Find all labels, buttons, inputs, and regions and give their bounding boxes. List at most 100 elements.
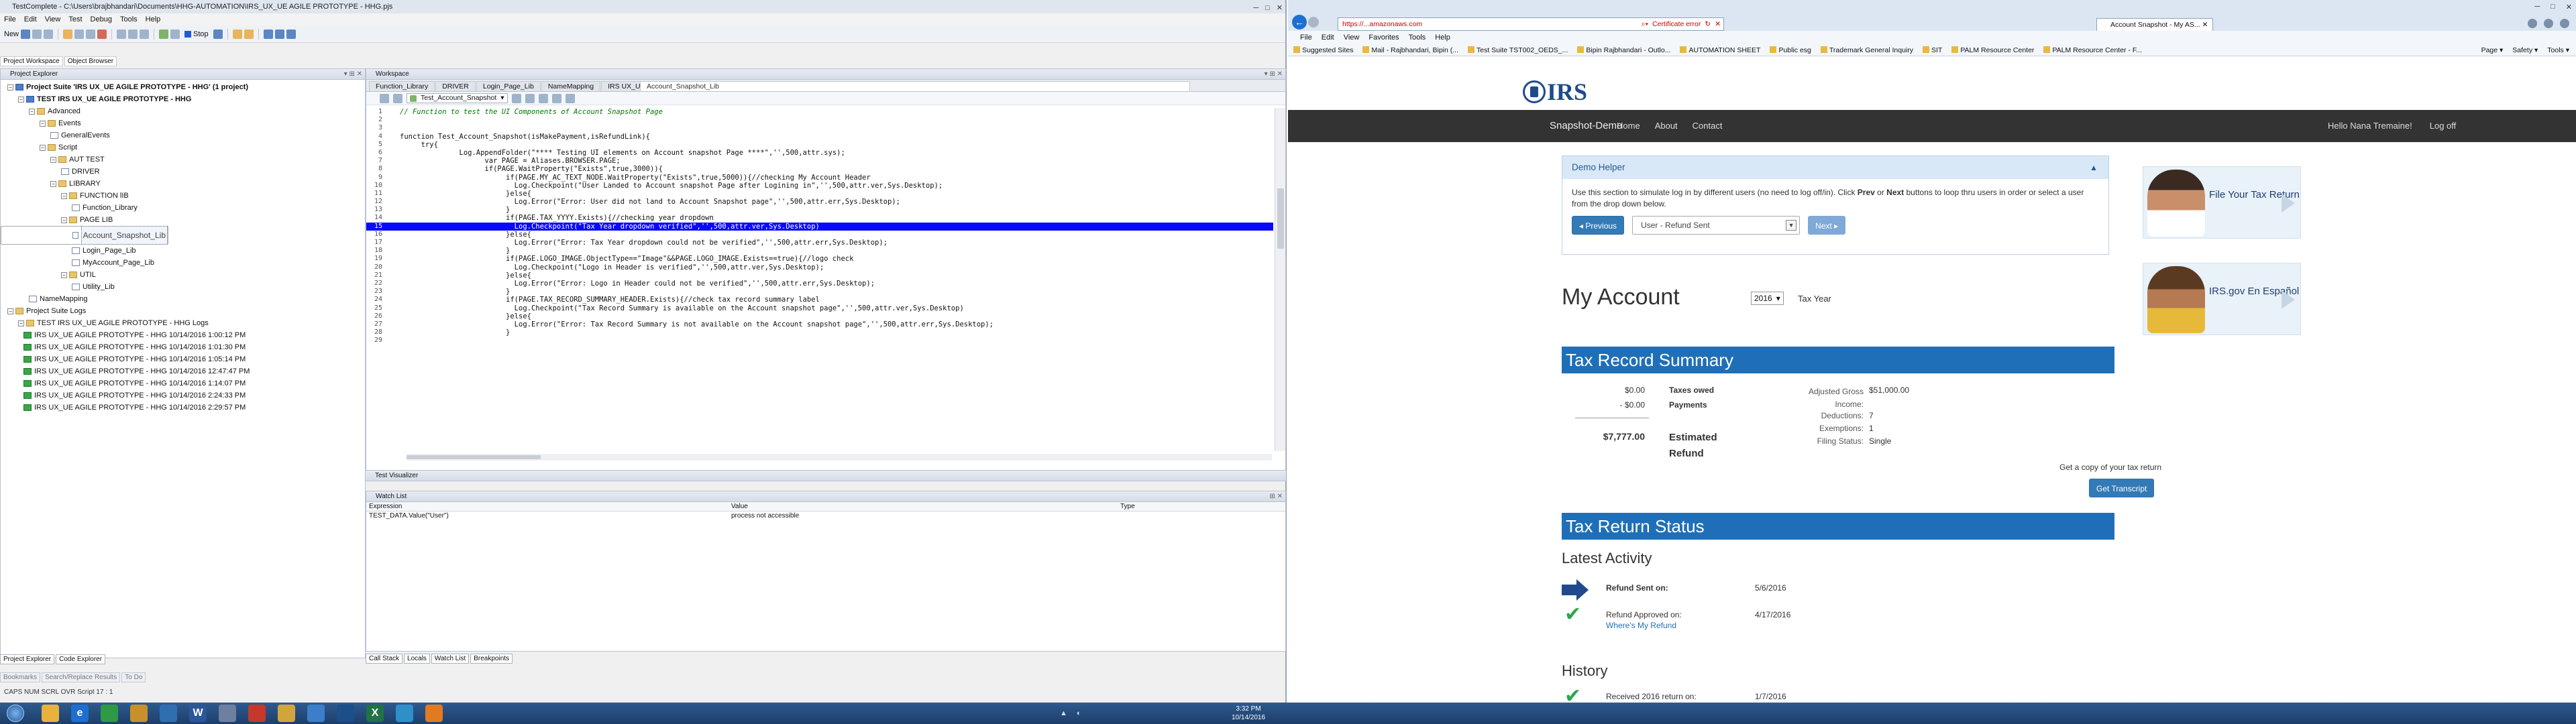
tree-node[interactable]: − TEST IRS UX_UE AGILE PROTOTYPE - HHG: [1, 93, 365, 105]
chrome-icon[interactable]: [101, 705, 118, 722]
step-into-icon[interactable]: [232, 29, 242, 39]
run-icon[interactable]: [159, 29, 169, 39]
redo-icon[interactable]: [128, 29, 138, 39]
ie-menu-tools[interactable]: Tools: [1409, 31, 1426, 44]
code-line[interactable]: 8 if(PAGE.WaitProperty("Exists",true,300…: [366, 165, 1273, 173]
clock[interactable]: 3:32 PM 10/14/2016: [1232, 705, 1265, 722]
tree-node[interactable]: IRS UX_UE AGILE PROTOTYPE - HHG 10/14/20…: [1, 402, 365, 414]
workspace-controls-icon[interactable]: ▾ ⊞ ✕: [1265, 69, 1283, 80]
expand-icon[interactable]: −: [40, 144, 46, 151]
menu-help[interactable]: Help: [146, 13, 161, 25]
tree-node[interactable]: − AUT TEST: [1, 154, 365, 166]
browser-tab[interactable]: Account Snapshot - My AS... ✕: [2096, 18, 2213, 31]
back-icon[interactable]: [380, 93, 389, 103]
tree-node[interactable]: IRS UX_UE AGILE PROTOTYPE - HHG 10/14/20…: [1, 329, 365, 341]
tree-node[interactable]: − Events: [1, 117, 365, 129]
back-arrow-icon[interactable]: ←: [1292, 15, 1307, 29]
window-icon[interactable]: [274, 29, 284, 39]
code-line[interactable]: 10 Log.Checkpoint("User Landed to Accoun…: [366, 182, 1273, 190]
refresh-icon[interactable]: ↻: [1705, 18, 1711, 30]
ie-menu-file[interactable]: File: [1300, 31, 1312, 44]
uncomment-icon[interactable]: [551, 93, 561, 103]
search-icon[interactable]: ⌕▾: [1642, 18, 1648, 30]
tab-code-explorer[interactable]: Code Explorer: [56, 654, 106, 664]
code-line[interactable]: 1 // Function to test the UI Components o…: [366, 108, 1273, 116]
tree-node[interactable]: IRS UX_UE AGILE PROTOTYPE - HHG 10/14/20…: [1, 353, 365, 365]
tree-node[interactable]: IRS UX_UE AGILE PROTOTYPE - HHG 10/14/20…: [1, 389, 365, 402]
expand-icon[interactable]: −: [50, 180, 56, 187]
demo-helper-header[interactable]: Demo Helper ▲: [1562, 156, 2108, 179]
tree-node[interactable]: − Project Suite Logs: [1, 305, 365, 317]
app-icon[interactable]: [219, 705, 236, 722]
word-icon[interactable]: W: [189, 705, 207, 722]
cut-icon[interactable]: [63, 29, 73, 39]
remote-icon[interactable]: [337, 705, 354, 722]
code-line[interactable]: 16 }else{: [366, 231, 1273, 239]
tree-node[interactable]: IRS UX_UE AGILE PROTOTYPE - HHG 10/14/20…: [1, 377, 365, 389]
expand-icon[interactable]: −: [61, 192, 67, 199]
next-button[interactable]: Next ▸: [1808, 216, 1846, 235]
favorites-star-icon[interactable]: [2544, 19, 2553, 28]
maximize-icon[interactable]: □: [1265, 1, 1270, 15]
nav-contact[interactable]: Contact: [1693, 110, 1723, 142]
safety-menu[interactable]: Safety ▾: [2512, 44, 2538, 56]
address-bar[interactable]: https://...amazonaws.com ⌕▾ Certificate e…: [1338, 17, 1724, 31]
panel-icon[interactable]: [286, 29, 296, 39]
certificate-error[interactable]: Certificate error: [1652, 18, 1701, 30]
tax-year-select[interactable]: 2016 ▾: [1751, 292, 1784, 305]
paste-icon[interactable]: [86, 29, 96, 39]
expand-icon[interactable]: −: [61, 217, 67, 223]
tab-project-workspace[interactable]: Project Workspace: [0, 56, 63, 66]
code-line[interactable]: 28 }: [366, 328, 1273, 337]
ie-menu-help[interactable]: Help: [1435, 31, 1450, 44]
menu-file[interactable]: File: [4, 13, 16, 25]
menu-view[interactable]: View: [45, 13, 61, 25]
page-menu[interactable]: Page ▾: [2481, 44, 2504, 56]
get-transcript-button[interactable]: Get Transcript: [2089, 479, 2155, 497]
nav-home[interactable]: Home: [1617, 110, 1640, 142]
save-icon[interactable]: [32, 29, 42, 39]
speaker-icon[interactable]: ◐: [1077, 709, 1081, 717]
ie-icon[interactable]: e: [71, 705, 89, 722]
start-button[interactable]: [7, 705, 24, 722]
brand-link[interactable]: Snapshot-Demo: [1550, 110, 1622, 142]
tree-node[interactable]: − Project Suite 'IRS UX_UE AGILE PROTOTYP…: [1, 81, 365, 93]
tab-search-results[interactable]: Search/Replace Results: [42, 672, 121, 682]
ie-menu-favorites[interactable]: Favorites: [1368, 31, 1399, 44]
tab-todo[interactable]: To Do: [121, 672, 146, 682]
notes-icon[interactable]: [278, 705, 295, 722]
code-line[interactable]: 22 Log.Error("Error: Logo in Header coul…: [366, 280, 1273, 288]
minimize-icon[interactable]: ─: [1253, 1, 1258, 15]
tab-breakpoints[interactable]: Breakpoints: [470, 654, 513, 664]
tree-node[interactable]: DRIVER: [1, 166, 365, 178]
expand-icon[interactable]: −: [7, 308, 13, 314]
tree-node[interactable]: Account_Snapshot_Lib: [1, 226, 168, 245]
code-line[interactable]: 23 }: [366, 288, 1273, 296]
user-select[interactable]: User - Refund Sent ▼: [1632, 216, 1801, 235]
ie-menu-view[interactable]: View: [1344, 31, 1360, 44]
tree-node[interactable]: Login_Page_Lib: [1, 245, 365, 257]
code-line[interactable]: 19 if(PAGE.LOGO_IMAGE.ObjectType=="Image…: [366, 255, 1273, 263]
close-icon[interactable]: ✕: [2566, 3, 2572, 11]
watch-controls-icon[interactable]: ⊞ ✕: [1269, 491, 1283, 502]
editor-tab[interactable]: Login_Page_Lib: [476, 81, 541, 91]
pause-icon[interactable]: [213, 29, 223, 39]
code-line[interactable]: 12 Log.Error("Error: User did not land t…: [366, 198, 1273, 206]
folder-icon[interactable]: [130, 705, 148, 722]
favorite-link[interactable]: Mail - Rajbhandari, Bipin (...: [1362, 44, 1458, 56]
expand-icon[interactable]: −: [18, 320, 24, 326]
code-line[interactable]: 15 Log.Checkpoint("Tax Year dropdown ver…: [366, 222, 1273, 231]
open-icon[interactable]: [21, 29, 31, 39]
code-line[interactable]: 14 if(PAGE.TAX_YYYY.Exists){//checking y…: [366, 214, 1273, 222]
code-line[interactable]: 24 if(PAGE.TAX_RECORD_SUMMARY_HEADER.Exi…: [366, 296, 1273, 304]
gear-icon[interactable]: [2560, 19, 2569, 28]
code-line[interactable]: 29: [366, 337, 1273, 345]
irs-logo[interactable]: IRS: [1523, 78, 1587, 106]
editor-tab[interactable]: DRIVER: [435, 81, 476, 91]
logoff-link[interactable]: Log off: [2430, 110, 2457, 142]
copy-icon[interactable]: [74, 29, 85, 39]
layout-icon[interactable]: [263, 29, 273, 39]
stop-load-icon[interactable]: ✕: [1715, 18, 1721, 30]
tab-project-explorer[interactable]: Project Explorer: [0, 654, 55, 664]
menu-edit[interactable]: Edit: [24, 13, 37, 25]
